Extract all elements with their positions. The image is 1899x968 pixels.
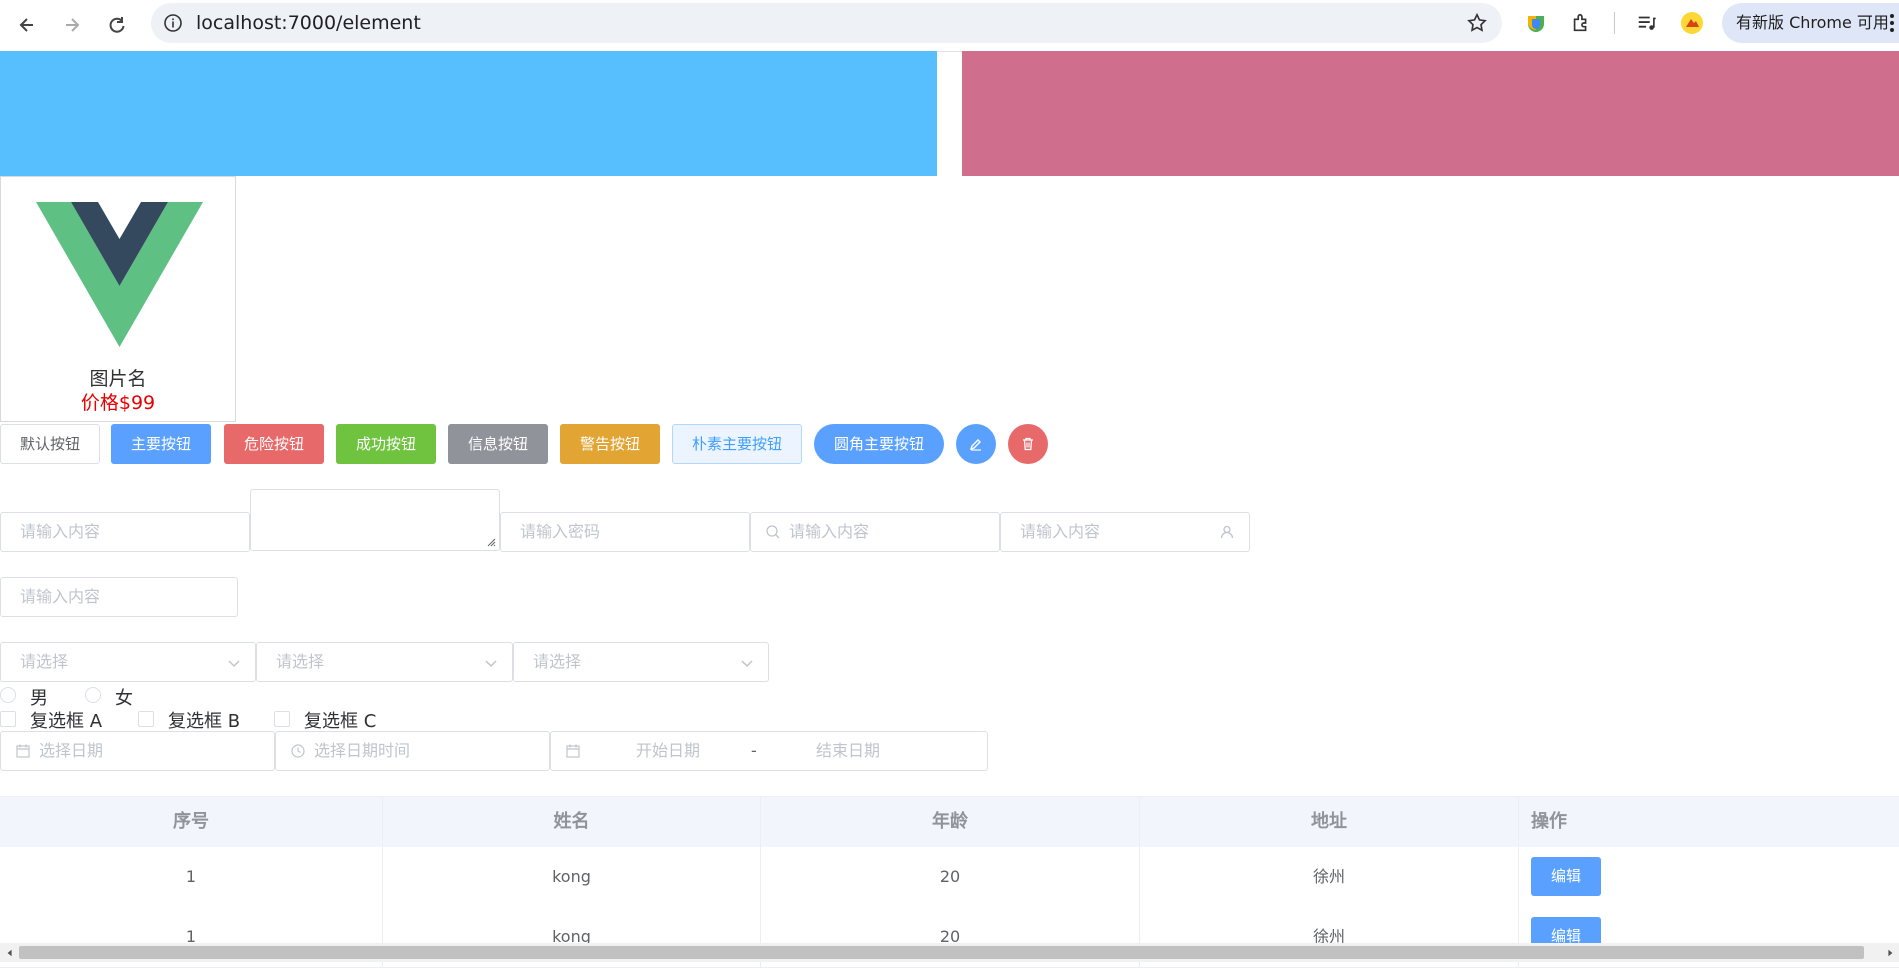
extensions-puzzle-icon[interactable] [1567,9,1595,37]
header-age: 年龄 [761,797,1140,847]
card-title: 图片名 [89,368,147,390]
chrome-update-label: 有新版 Chrome 可用 [1736,13,1889,32]
media-queue-icon[interactable] [1633,9,1661,37]
site-info-icon[interactable] [163,13,183,33]
cell-address: 徐州 [1140,847,1519,907]
select-3[interactable]: 请选择 [513,642,769,682]
search-input-placeholder: 请输入内容 [789,522,870,541]
date-placeholder: 选择日期 [39,741,104,760]
checkbox-square[interactable] [274,711,290,727]
edit-pencil-icon [969,439,981,451]
reload-icon[interactable] [102,10,132,40]
checkbox-square[interactable] [0,711,16,727]
chevron-down-icon [228,660,240,668]
scroll-left-arrow-icon[interactable] [0,943,19,962]
checkbox-square[interactable] [138,711,154,727]
more-menu-icon[interactable] [1889,13,1895,33]
edit-button[interactable]: 编辑 [1531,857,1601,896]
chevron-down-icon [485,660,497,668]
chrome-update-button[interactable]: 有新版 Chrome 可用 [1722,3,1899,43]
warning-button[interactable]: 警告按钮 [560,424,660,464]
primary-button[interactable]: 主要按钮 [111,424,211,464]
calendar-icon [566,744,580,758]
range-end-placeholder[interactable]: 结束日期 [816,732,880,770]
cell-age: 20 [761,847,1140,907]
forward-arrow-icon[interactable] [57,10,87,40]
radio-circle[interactable] [85,687,101,703]
data-table: 序号 姓名 年龄 地址 操作 1 kong 20 徐州 编辑 1 kong 20… [0,796,1899,968]
cell-index: 1 [0,847,383,907]
edit-circle-button[interactable] [956,424,996,464]
table-row: 1 kong 20 徐州 编辑 [0,847,1899,908]
checkbox-label: 复选框 A [30,711,103,732]
checkbox-label: 复选框 C [304,711,377,732]
textarea-input[interactable] [250,489,500,551]
select-2[interactable]: 请选择 [256,642,513,682]
calendar-icon [16,744,30,758]
header-index: 序号 [0,797,383,847]
info-button[interactable]: 信息按钮 [448,424,548,464]
blue-color-block [0,51,937,176]
date-picker[interactable]: 选择日期 [0,731,275,771]
trash-icon [1023,437,1033,451]
default-button[interactable]: 默认按钮 [0,424,100,464]
text-input[interactable]: 请输入内容 [0,512,250,552]
success-button[interactable]: 成功按钮 [336,424,436,464]
select-3-placeholder: 请选择 [533,652,582,671]
range-separator: - [751,741,757,760]
back-arrow-icon[interactable] [12,10,42,40]
profile-avatar-icon[interactable] [1678,9,1706,37]
datetime-placeholder: 选择日期时间 [314,741,411,760]
round-primary-button[interactable]: 圆角主要按钮 [814,424,944,464]
product-card: 图片名 价格$99 [0,176,236,422]
date-range-picker[interactable]: 开始日期 - 结束日期 [550,731,988,771]
horizontal-scrollbar[interactable] [0,943,1899,962]
browser-toolbar: localhost:7000/element 有新版 Chrome 可用 [0,0,1899,52]
delete-circle-button[interactable] [1008,424,1048,464]
header-name: 姓名 [383,797,761,847]
user-input[interactable]: 请输入内容 [1000,512,1250,552]
vue-logo-icon [36,202,203,347]
plain-primary-button[interactable]: 朴素主要按钮 [672,424,802,464]
radio-circle[interactable] [0,687,16,703]
search-icon [766,525,780,539]
datetime-picker[interactable]: 选择日期时间 [275,731,550,771]
radio-label: 女 [115,688,133,709]
select-1[interactable]: 请选择 [0,642,256,682]
pink-color-block [962,51,1899,176]
extension-colorful-icon[interactable] [1522,9,1550,37]
card-price: 价格$99 [80,392,156,414]
second-text-input[interactable]: 请输入内容 [0,577,238,617]
select-2-placeholder: 请选择 [276,652,325,671]
table-header: 序号 姓名 年龄 地址 操作 [0,797,1899,848]
scroll-right-arrow-icon[interactable] [1880,943,1899,962]
clock-icon [291,744,305,758]
toolbar-divider [1614,12,1615,34]
resize-grip-icon[interactable] [486,537,496,547]
user-input-placeholder: 请输入内容 [1020,522,1101,541]
chevron-down-icon [741,660,753,668]
address-bar[interactable]: localhost:7000/element [151,3,1502,43]
user-icon [1220,525,1234,539]
checkbox-label: 复选框 B [168,711,241,732]
password-input[interactable]: 请输入密码 [500,512,750,552]
range-start-placeholder[interactable]: 开始日期 [636,732,700,770]
select-1-placeholder: 请选择 [20,652,69,671]
header-address: 地址 [1140,797,1519,847]
cell-action: 编辑 [1519,847,1899,907]
bookmark-star-icon[interactable] [1466,12,1488,34]
scrollbar-thumb[interactable] [19,946,1864,959]
header-action: 操作 [1531,811,1567,832]
search-input[interactable]: 请输入内容 [750,512,1000,552]
url-text: localhost:7000/element [196,12,421,34]
cell-name: kong [383,847,761,907]
danger-button[interactable]: 危险按钮 [224,424,324,464]
